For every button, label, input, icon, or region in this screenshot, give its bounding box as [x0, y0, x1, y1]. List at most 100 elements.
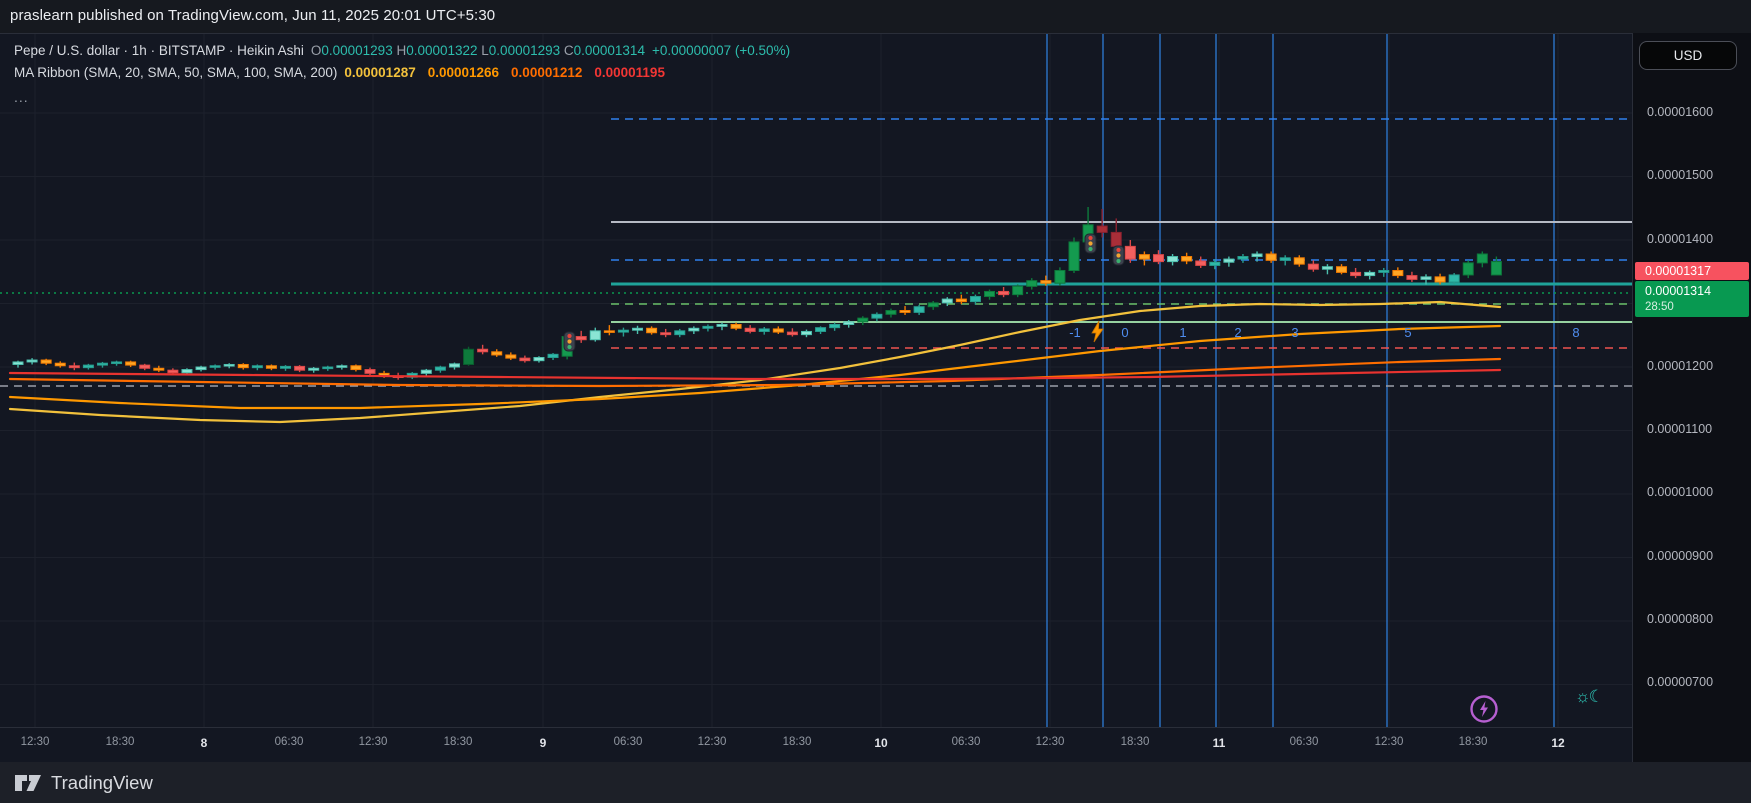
candle-body — [533, 356, 545, 362]
candle-body — [1293, 257, 1305, 265]
fib-timezone-label: 3 — [1291, 325, 1298, 340]
candle-body — [1406, 275, 1418, 280]
fib-timezone-label: 0 — [1121, 325, 1128, 340]
ma-value: 0.00001195 — [594, 65, 665, 80]
candle-body — [322, 366, 334, 370]
candle-body — [547, 353, 559, 358]
ohlc-value: 0.00001314 — [573, 43, 645, 58]
lightning-circle-icon[interactable] — [1469, 694, 1499, 724]
candle-body — [139, 364, 151, 369]
candle-body — [125, 361, 137, 366]
time-tick-day: 8 — [200, 736, 208, 750]
symbol-row[interactable]: Pepe / U.S. dollar · 1h · BITSTAMP · Hei… — [14, 43, 790, 65]
candle-body — [913, 306, 925, 313]
price-tick: 0.00001100 — [1647, 422, 1713, 436]
time-tick: 06:30 — [1289, 736, 1319, 748]
time-tick: 12:30 — [1035, 736, 1065, 748]
candle-body — [54, 362, 66, 367]
fib-timezone-label: 8 — [1572, 325, 1579, 340]
candle-body — [829, 323, 841, 329]
time-axis[interactable]: 12:30 18:30 8 06:30 12:30 18:30 9 06:30 12:30 18:… — [0, 727, 1632, 763]
candle-body — [702, 325, 714, 329]
candle-body — [786, 331, 798, 336]
indicator-title[interactable]: MA Ribbon (SMA, 20, SMA, 50, SMA, 100, S… — [14, 65, 337, 80]
candle-body — [82, 364, 94, 369]
candle-body — [96, 362, 108, 366]
traffic-light-sticker — [1084, 233, 1097, 254]
traffic-light-sticker — [1112, 245, 1125, 266]
lightning-sticker — [1091, 320, 1104, 343]
candle-body — [617, 329, 629, 333]
candle-body — [1448, 274, 1460, 283]
price-chart[interactable]: -1 0 1 2 3 5 8 — [0, 34, 1632, 728]
candle-body — [1054, 270, 1066, 284]
candle-body — [800, 330, 812, 336]
time-tick: 18:30 — [443, 736, 473, 748]
ma-ribbon-values: 0.00001287 0.00001266 0.00001212 0.00001195 — [344, 65, 677, 80]
candle-body — [448, 363, 460, 368]
ohlc-key: L — [481, 43, 489, 58]
candle-body — [927, 302, 939, 308]
candle-body — [1138, 254, 1150, 260]
price-tick: 0.00001000 — [1647, 485, 1714, 499]
tradingview-logo-icon[interactable] — [13, 771, 43, 795]
price-tick: 0.00000800 — [1647, 612, 1714, 626]
candle-body — [815, 327, 827, 332]
candle-body — [1321, 266, 1333, 270]
candle-body — [871, 313, 883, 319]
candle-body — [1279, 257, 1291, 261]
price-tick: 0.00000900 — [1647, 549, 1714, 563]
candle-body — [153, 367, 165, 371]
brand-name[interactable]: TradingView — [51, 772, 153, 794]
candle-body — [1476, 253, 1488, 264]
candle-body — [688, 327, 700, 332]
fib-timezone-label: 5 — [1404, 325, 1411, 340]
candle-body — [1223, 258, 1235, 263]
candle-body — [603, 330, 615, 333]
candle-body — [646, 327, 658, 334]
symbol-title[interactable]: Pepe / U.S. dollar · 1h · BITSTAMP · Hei… — [14, 43, 304, 58]
publish-bar: praslearn published on TradingView.com, … — [0, 0, 1751, 33]
candle-body — [843, 321, 855, 325]
candle-body — [1490, 261, 1502, 276]
indicator-row[interactable]: MA Ribbon (SMA, 20, SMA, 50, SMA, 100, S… — [14, 65, 790, 87]
candle-body — [660, 332, 672, 336]
candle-body — [1209, 261, 1221, 266]
candle-body — [899, 310, 911, 313]
candle-body — [1110, 231, 1122, 247]
candle-body — [1392, 270, 1404, 277]
candle-body — [1068, 241, 1080, 272]
candle-body — [223, 363, 235, 367]
chart-pane[interactable]: -1 0 1 2 3 5 8 Pepe / U.S. dollar · 1h · BITST… — [0, 33, 1632, 728]
time-tick-day: 10 — [874, 736, 888, 750]
time-tick: 06:30 — [274, 736, 304, 748]
price-axis[interactable]: USD 0.00001600 0.00001500 0.00001400 0.0000… — [1632, 33, 1751, 762]
candle-body — [181, 369, 193, 374]
candle-body — [308, 367, 320, 371]
candle-body — [519, 357, 531, 362]
ohlc-key: H — [396, 43, 407, 58]
candle-body — [1251, 253, 1263, 258]
ohlc-key: O — [310, 43, 322, 58]
candle-body — [463, 348, 475, 365]
more-indicators-ellipsis[interactable]: ... — [14, 89, 790, 105]
candle-body — [12, 361, 24, 365]
publish-text: praslearn published on TradingView.com, … — [10, 7, 496, 24]
time-tick: 18:30 — [1120, 736, 1150, 748]
price-tick: 0.00001600 — [1647, 105, 1714, 119]
bar-countdown: 28:50 — [1645, 301, 1674, 313]
time-tick: 18:30 — [105, 736, 135, 748]
time-tick: 12:30 — [697, 736, 727, 748]
ma-value: 0.00001266 — [427, 65, 500, 80]
candle-body — [1434, 276, 1446, 283]
currency-button[interactable]: USD — [1639, 41, 1737, 70]
candle-body — [1307, 263, 1319, 270]
chart-legend: Pepe / U.S. dollar · 1h · BITSTAMP · Hei… — [14, 43, 790, 105]
candle-body — [744, 327, 756, 332]
candle-body — [111, 361, 123, 365]
time-tick: 12:30 — [358, 736, 388, 748]
candle-body — [364, 369, 376, 374]
candle-body — [491, 351, 503, 356]
fib-timezone-label: 2 — [1234, 325, 1241, 340]
candle-body — [294, 365, 306, 371]
